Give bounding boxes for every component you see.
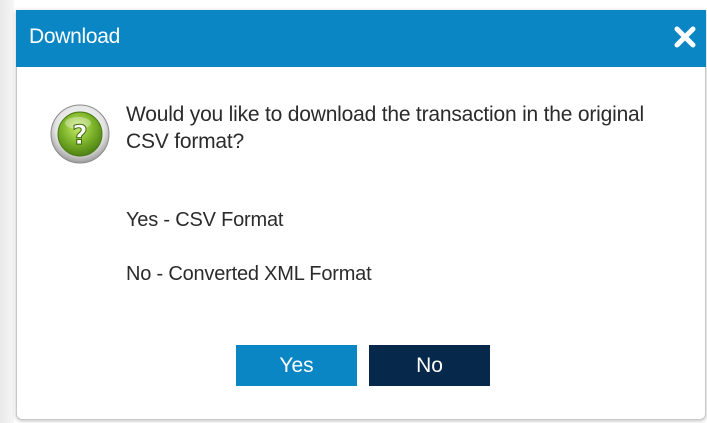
option-no-description: No - Converted XML Format (126, 263, 372, 285)
option-yes-description: Yes - CSV Format (126, 209, 284, 231)
download-dialog: Download ? Would you like to download th… (16, 10, 706, 420)
backdrop-edge (0, 0, 14, 423)
dialog-message: Would you like to download the transacti… (126, 103, 645, 153)
question-icon: ? (50, 104, 110, 164)
yes-button[interactable]: Yes (236, 345, 357, 386)
dialog-title: Download (29, 25, 120, 48)
svg-text:?: ? (72, 120, 88, 151)
dialog-titlebar: Download (16, 10, 706, 67)
close-icon[interactable] (672, 24, 698, 50)
no-button[interactable]: No (369, 345, 490, 386)
